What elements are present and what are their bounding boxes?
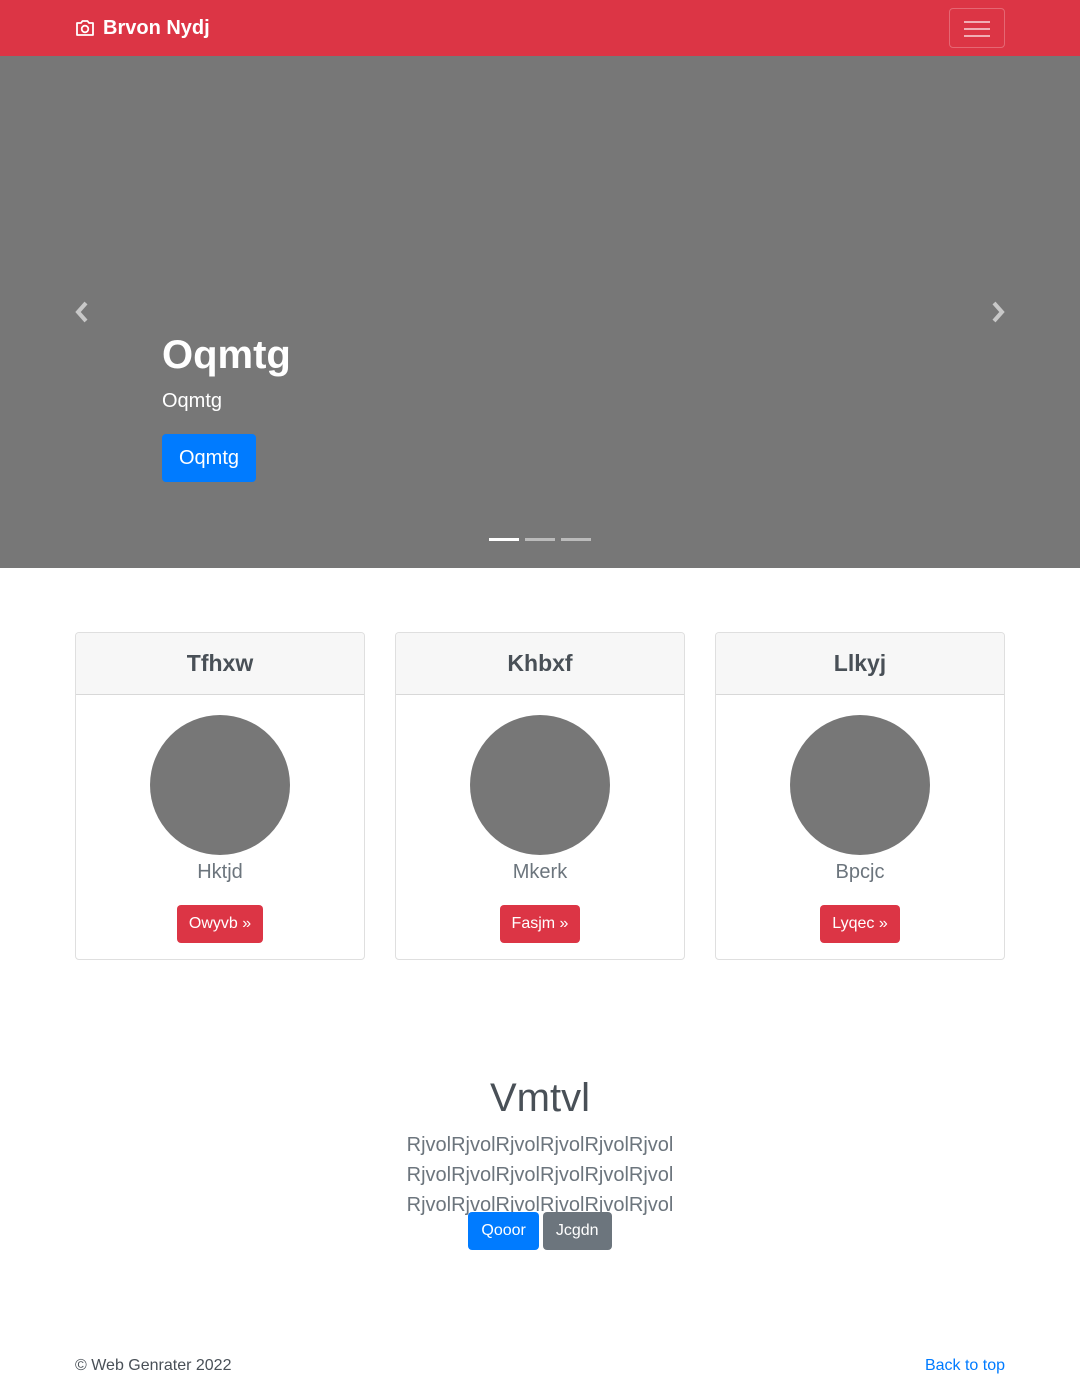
navbar: Brvon Nydj (0, 0, 1080, 56)
section-buttons: Qooor Jcgdn (0, 1212, 1080, 1250)
navbar-toggler-button[interactable] (949, 8, 1005, 48)
carousel-text: Oqmtg (162, 390, 223, 412)
avatar-placeholder (790, 715, 930, 855)
profile-card: Tfhxw Hktjd Owyvb » (75, 632, 365, 960)
carousel-indicator-1[interactable] (489, 538, 519, 541)
carousel-indicator-2[interactable] (525, 538, 555, 541)
carousel-next-button[interactable] (958, 56, 1038, 568)
brand-text[interactable]: Brvon Nydj (103, 17, 210, 40)
section-title: Vmtvl (490, 1076, 590, 1120)
card-button[interactable]: Lyqec » (820, 905, 900, 943)
card-button[interactable]: Fasjm » (499, 905, 581, 943)
avatar-placeholder (150, 715, 290, 855)
profile-card: Khbxf Mkerk Fasjm » (395, 632, 685, 960)
card-header: Tfhxw (76, 633, 364, 695)
card-name: Hktjd (197, 861, 243, 883)
profile-card: Llkyj Bpcjc Lyqec » (715, 632, 1005, 960)
card-header: Llkyj (716, 633, 1004, 695)
card-button[interactable]: Owyvb » (176, 905, 264, 943)
avatar-placeholder (470, 715, 610, 855)
carousel-cta-button[interactable]: Oqmtg (162, 434, 257, 482)
hero-carousel: Oqmtg Oqmtg Oqmtg (0, 56, 1080, 568)
chevron-right-icon (992, 301, 1005, 323)
primary-button[interactable]: Qooor (468, 1212, 539, 1250)
back-to-top-link[interactable]: Back to top (925, 1356, 1005, 1376)
footer-copyright: © Web Genrater 2022 (75, 1357, 232, 1374)
navbar-brand[interactable]: Brvon Nydj (75, 14, 210, 42)
carousel-title: Oqmtg (162, 333, 291, 377)
card-header: Khbxf (396, 633, 684, 695)
carousel-indicator-3[interactable] (561, 538, 591, 541)
section-lead: RjvolRjvolRjvolRjvolRjvolRjvol RjvolRjvo… (406, 1134, 674, 1216)
secondary-button[interactable]: Jcgdn (542, 1212, 612, 1250)
chevron-left-icon (75, 301, 88, 323)
carousel-prev-button[interactable] (42, 56, 122, 568)
card-name: Mkerk (512, 861, 568, 883)
card-name: Bpcjc (835, 861, 885, 883)
carousel-indicators (489, 538, 591, 541)
carousel-caption: Oqmtg Oqmtg Oqmtg (162, 331, 291, 482)
camera-icon (75, 19, 95, 37)
hamburger-menu-icon (964, 19, 990, 39)
